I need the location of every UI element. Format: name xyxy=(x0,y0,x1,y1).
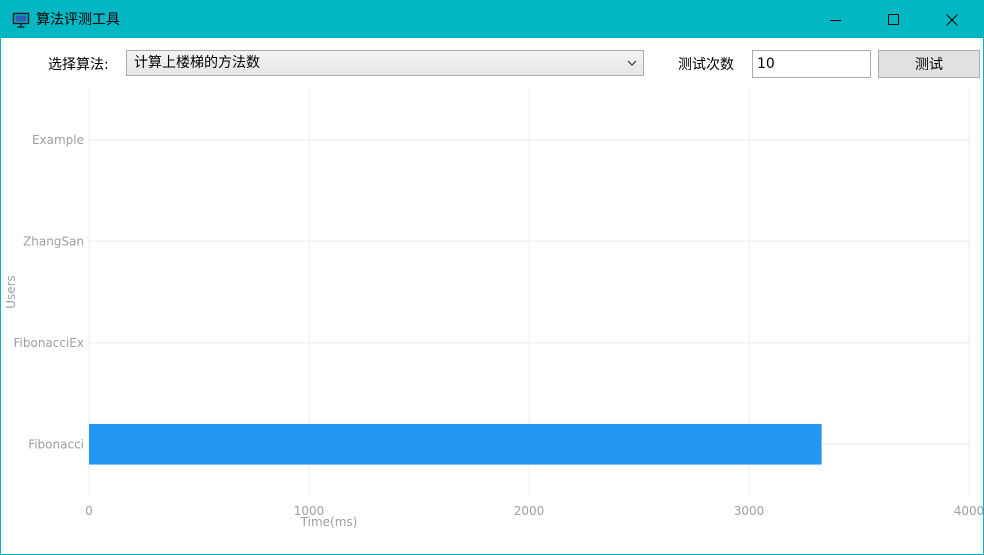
minimize-icon xyxy=(830,19,841,21)
app-window: 算法评测工具 选择算法: 计算上楼梯的方法数 测试次数 测试 Example Zh… xyxy=(0,0,984,555)
close-button[interactable] xyxy=(929,1,975,38)
x-tick-label: 0 xyxy=(85,504,93,518)
algorithm-selected-value: 计算上楼梯的方法数 xyxy=(134,55,260,71)
algorithm-label: 选择算法: xyxy=(48,57,109,73)
x-tick-label: 2000 xyxy=(514,504,545,518)
test-button[interactable]: 测试 xyxy=(878,50,980,78)
bar-fibonacci xyxy=(89,423,822,465)
algorithm-select[interactable]: 计算上楼梯的方法数 xyxy=(126,50,644,76)
test-count-label: 测试次数 xyxy=(678,57,734,73)
minimize-button[interactable] xyxy=(813,1,859,38)
y-tick-label: Fibonacci xyxy=(28,437,84,451)
test-count-input[interactable] xyxy=(752,50,871,78)
presentation-board-icon xyxy=(12,12,30,28)
y-tick-label: ZhangSan xyxy=(23,234,84,248)
x-axis-title: Time(ms) xyxy=(300,515,358,529)
y-tick-label: FibonacciEx xyxy=(14,336,85,350)
x-tick-label: 4000 xyxy=(954,504,983,518)
close-icon xyxy=(946,13,958,26)
bar-chart: ExampleZhangSanFibonacciExFibonacci0 1000… xyxy=(4,89,983,529)
maximize-icon xyxy=(888,13,899,25)
x-tick-label: 3000 xyxy=(734,504,765,518)
y-tick-label: Example xyxy=(32,133,84,147)
y-axis-title: Users xyxy=(4,275,18,309)
chevron-down-icon xyxy=(627,60,637,66)
title-bar[interactable]: 算法评测工具 xyxy=(1,1,983,38)
window-title: 算法评测工具 xyxy=(36,12,120,28)
maximize-button[interactable] xyxy=(871,1,917,38)
